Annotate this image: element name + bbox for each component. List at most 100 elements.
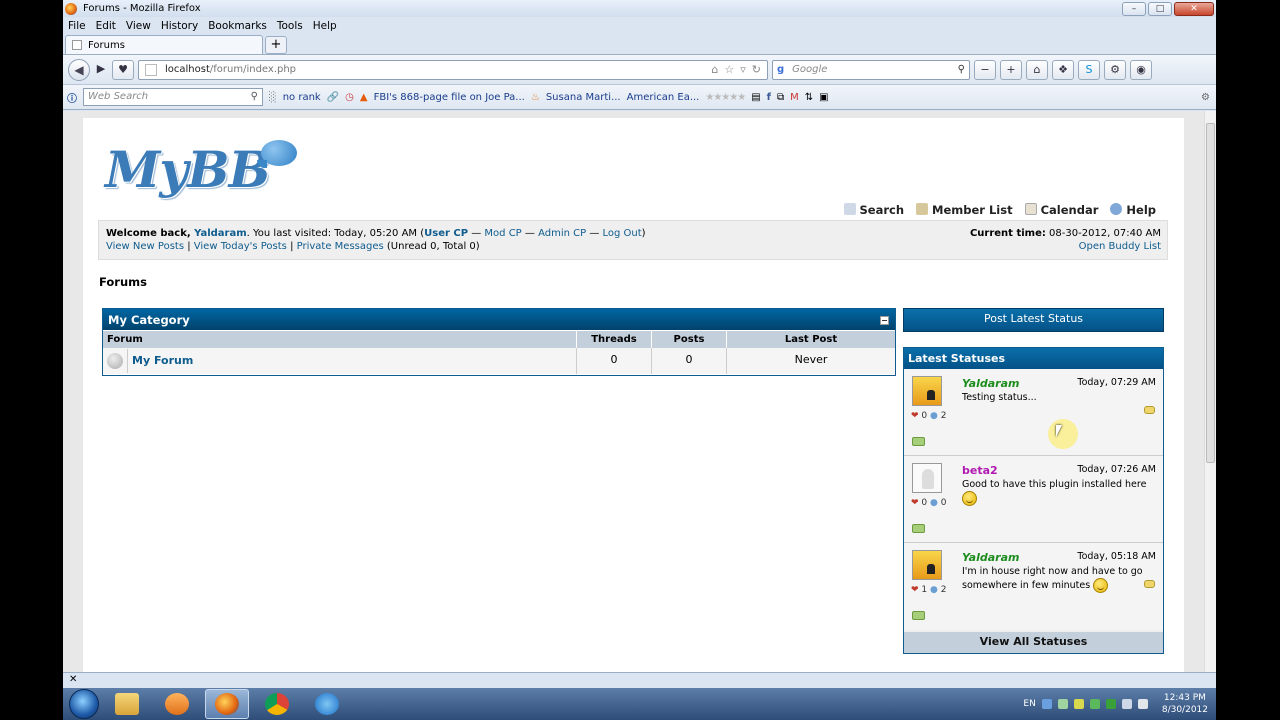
comment-icon[interactable]: ● [930, 411, 938, 421]
new-posts-link[interactable]: View New Posts [106, 241, 184, 252]
timer-icon[interactable]: ◷ [345, 92, 354, 103]
top-link-help[interactable]: Help [1110, 203, 1156, 217]
scrollbar-thumb[interactable] [1206, 123, 1215, 463]
avatar[interactable] [912, 463, 942, 493]
breadcrumb[interactable]: Forums [99, 275, 147, 289]
link-icon[interactable]: 🔗 [327, 92, 339, 103]
minimize-button[interactable]: – [1122, 1, 1146, 16]
menu-help[interactable]: Help [313, 20, 337, 32]
feed-icon[interactable]: ♨ [531, 92, 540, 103]
menu-tools[interactable]: Tools [277, 20, 303, 32]
mybb-logo[interactable]: MyBB [105, 140, 271, 199]
forward-button[interactable]: ▶ [94, 60, 108, 80]
tray-icon[interactable] [1057, 699, 1068, 709]
explorer-taskbar-button[interactable] [105, 689, 149, 719]
status-username[interactable]: Yaldaram [962, 377, 1019, 390]
top-link-members[interactable]: Member List [916, 203, 1013, 217]
admin-cp-link[interactable]: Admin CP [538, 228, 586, 239]
google-icon[interactable]: g [777, 64, 784, 75]
skype-icon[interactable]: S [1078, 59, 1100, 80]
chrome-taskbar-button[interactable] [255, 689, 299, 719]
todays-posts-link[interactable]: View Today's Posts [194, 241, 287, 252]
firebug-icon[interactable]: ◉ [1130, 59, 1152, 80]
tray-icon[interactable] [1105, 699, 1116, 709]
system-clock[interactable]: 12:43 PM 8/30/2012 [1162, 692, 1208, 716]
heart-icon[interactable]: ❤ [911, 498, 919, 508]
heart-icon[interactable]: ❤ [911, 411, 919, 421]
feedback-icon[interactable]: ♥ [112, 59, 134, 80]
volume-tray-icon[interactable] [1137, 699, 1148, 709]
share-icon[interactable] [912, 437, 925, 446]
avatar[interactable] [912, 550, 942, 580]
forum-link[interactable]: My Forum [128, 349, 193, 373]
home-button[interactable]: ⌂ [1026, 59, 1048, 80]
menu-view[interactable]: View [126, 20, 151, 32]
status-username[interactable]: Yaldaram [962, 551, 1019, 564]
url-bar[interactable]: localhost/forum/index.php ⌂ ☆ ▿ ↻ [138, 59, 768, 80]
status-username[interactable]: beta2 [962, 464, 998, 477]
note-icon[interactable]: ▤ [751, 92, 760, 103]
heart-icon[interactable]: ❤ [911, 585, 919, 595]
menu-edit[interactable]: Edit [96, 20, 116, 32]
private-messages-link[interactable]: Private Messages [297, 241, 384, 252]
fire-icon[interactable]: ▲ [360, 92, 368, 103]
buddy-list-link[interactable]: Open Buddy List [1079, 241, 1161, 252]
vertical-scrollbar[interactable] [1204, 111, 1216, 672]
home-url-icon[interactable]: ⌂ [711, 63, 718, 76]
mod-cp-link[interactable]: Mod CP [484, 228, 521, 239]
bookmark-star-icon[interactable]: ☆ [724, 63, 734, 76]
translate-icon[interactable]: ⇅ [805, 92, 813, 103]
category-title[interactable]: My Category [108, 313, 190, 327]
reload-icon[interactable]: ↻ [752, 63, 761, 76]
close-findbar-icon[interactable]: ✕ [69, 674, 77, 685]
rating-stars-icon[interactable]: ★★★★★ [705, 92, 746, 103]
tab-forums[interactable]: Forums [65, 35, 263, 54]
comment-icon[interactable]: ● [930, 585, 938, 595]
bookmark-american[interactable]: American Ea... [627, 92, 700, 103]
search-box[interactable]: g Google ⚲ [772, 59, 970, 80]
dropdown-arrow-icon[interactable]: ▿ [740, 63, 746, 76]
share-icon[interactable] [912, 611, 925, 620]
screenshot-icon[interactable]: ▣ [819, 92, 828, 103]
site-identity-icon[interactable] [145, 63, 157, 76]
info-tray-icon[interactable] [1041, 699, 1052, 709]
welcome-username[interactable]: Yaldaram [194, 228, 247, 239]
post-status-button[interactable]: Post Latest Status [903, 308, 1164, 332]
tray-icon[interactable] [1073, 699, 1084, 709]
top-link-calendar[interactable]: Calendar [1024, 203, 1098, 217]
maximize-button[interactable]: □ [1148, 1, 1172, 16]
firefox-taskbar-button[interactable] [205, 689, 249, 719]
menu-file[interactable]: File [68, 20, 86, 32]
toolbar-logo-icon[interactable]: ⓘ [67, 90, 77, 105]
settings-gear-icon[interactable]: ⚙ [1201, 92, 1210, 103]
language-indicator[interactable]: EN [1023, 699, 1035, 709]
zoom-in-button[interactable]: + [1000, 59, 1022, 80]
reply-icon[interactable] [1144, 580, 1155, 588]
back-button[interactable]: ◀ [68, 58, 90, 81]
network-tray-icon[interactable] [1121, 699, 1132, 709]
collapse-icon[interactable] [880, 316, 889, 325]
logout-link[interactable]: Log Out [603, 228, 642, 239]
rank-label[interactable]: no rank [283, 92, 321, 103]
close-button[interactable]: ✕ [1174, 1, 1214, 16]
user-cp-link[interactable]: User CP [424, 228, 468, 239]
start-button[interactable] [69, 689, 99, 719]
tray-icon[interactable] [1089, 699, 1100, 709]
view-all-statuses-button[interactable]: View All Statuses [904, 632, 1163, 653]
menu-history[interactable]: History [161, 20, 198, 32]
menu-bookmarks[interactable]: Bookmarks [208, 20, 267, 32]
bookmark-fbi[interactable]: FBI's 868-page file on Joe Pa... [374, 92, 525, 103]
top-link-search[interactable]: Search [843, 203, 904, 217]
new-tab-button[interactable]: + [265, 36, 287, 54]
media-player-taskbar-button[interactable] [155, 689, 199, 719]
facebook-icon[interactable]: f [767, 92, 771, 103]
addon-icon[interactable]: ❖ [1052, 59, 1074, 80]
share-icon[interactable] [912, 524, 925, 533]
bookmark-susana[interactable]: Susana Marti... [546, 92, 621, 103]
zoom-out-button[interactable]: − [974, 59, 996, 80]
reply-icon[interactable] [1144, 406, 1155, 414]
web-search-input[interactable]: Web Search [83, 88, 263, 106]
search-icon[interactable]: ⚲ [958, 64, 965, 75]
ie-taskbar-button[interactable] [305, 689, 349, 719]
gmail-icon[interactable]: M [790, 92, 799, 103]
